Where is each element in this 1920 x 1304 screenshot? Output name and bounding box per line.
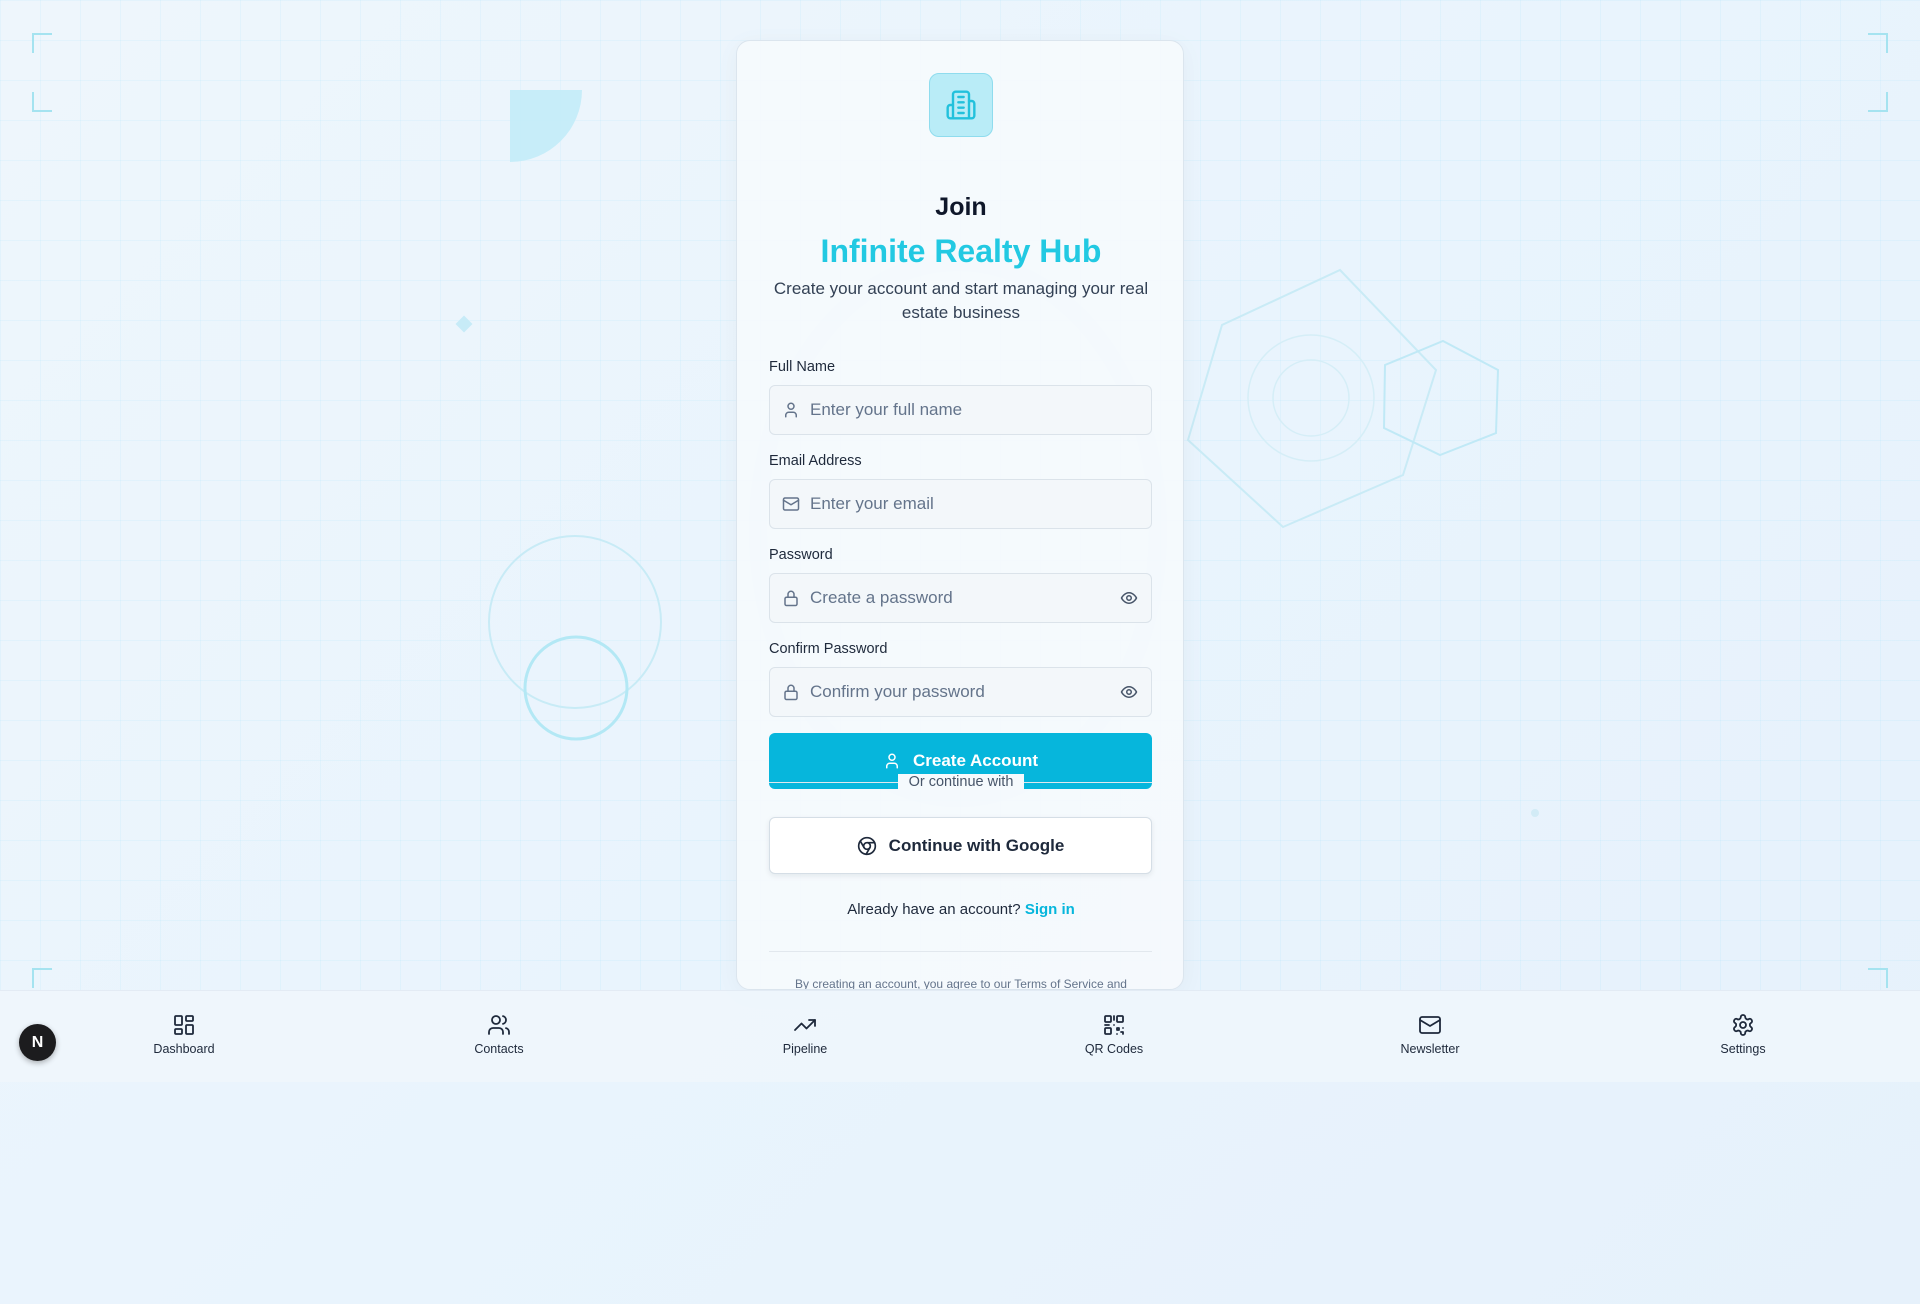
eye-icon[interactable] bbox=[1119, 589, 1139, 607]
email-input[interactable] bbox=[810, 480, 1110, 528]
bottom-nav: Dashboard Contacts Pipeline QR Codes New… bbox=[0, 990, 1920, 1082]
corner-bracket bbox=[1868, 92, 1888, 112]
dev-tools-badge[interactable]: N bbox=[19, 1024, 56, 1061]
google-signin-label: Continue with Google bbox=[888, 835, 1065, 855]
email-field bbox=[769, 479, 1152, 529]
nav-item-settings[interactable]: Settings bbox=[1683, 1013, 1803, 1056]
google-signin-button[interactable]: Continue with Google bbox=[769, 817, 1152, 874]
signin-prompt: Already have an account? bbox=[847, 901, 1021, 918]
confirm-password-input[interactable] bbox=[810, 668, 1110, 716]
qr-code-icon bbox=[1104, 1015, 1124, 1035]
terms-text: By creating an account, you agree to our… bbox=[795, 977, 1127, 990]
nav-label: QR Codes bbox=[1084, 1042, 1144, 1056]
eye-icon[interactable] bbox=[1119, 683, 1139, 701]
full-name-input[interactable] bbox=[810, 386, 1110, 434]
corner-bracket bbox=[32, 968, 52, 988]
nav-item-newsletter[interactable]: Newsletter bbox=[1370, 1013, 1490, 1056]
chrome-icon bbox=[857, 836, 876, 855]
email-label: Email Address bbox=[769, 453, 862, 469]
page-subtitle: Create your account and start managing y… bbox=[773, 279, 1149, 322]
building-icon bbox=[946, 90, 976, 120]
nav-label: Pipeline bbox=[782, 1042, 828, 1056]
lock-icon bbox=[784, 684, 798, 701]
user-icon bbox=[885, 753, 898, 769]
nav-label: Settings bbox=[1720, 1042, 1766, 1056]
signin-link[interactable]: Sign in bbox=[1025, 901, 1075, 918]
create-account-label: Create Account bbox=[912, 751, 1038, 770]
join-heading: Join bbox=[935, 193, 987, 221]
password-label: Password bbox=[769, 547, 833, 563]
password-field bbox=[769, 573, 1152, 623]
nav-item-pipeline[interactable]: Pipeline bbox=[745, 1013, 865, 1056]
trending-up-icon bbox=[794, 1019, 816, 1031]
password-input[interactable] bbox=[810, 574, 1110, 622]
nav-item-qr-codes[interactable]: QR Codes bbox=[1054, 1013, 1174, 1056]
signup-card: Join Infinite Realty Hub Create your acc… bbox=[736, 40, 1184, 990]
corner-bracket bbox=[1868, 33, 1888, 53]
divider-label: Or continue with bbox=[898, 774, 1024, 790]
divider bbox=[769, 951, 1152, 952]
full-name-label: Full Name bbox=[769, 359, 836, 375]
nav-item-dashboard[interactable]: Dashboard bbox=[124, 1013, 244, 1056]
brand-name: Infinite Realty Hub bbox=[820, 233, 1102, 269]
mail-icon bbox=[782, 497, 800, 511]
gear-icon bbox=[1733, 1014, 1753, 1036]
user-icon bbox=[785, 402, 797, 418]
corner-bracket bbox=[32, 33, 52, 53]
nav-label: Dashboard bbox=[153, 1042, 215, 1056]
corner-bracket bbox=[32, 92, 52, 112]
signin-row: Already have an account? Sign in bbox=[737, 901, 1183, 918]
nav-label: Newsletter bbox=[1400, 1042, 1460, 1056]
corner-bracket bbox=[1868, 968, 1888, 988]
brand-logo bbox=[929, 73, 993, 137]
dashboard-icon bbox=[174, 1015, 194, 1035]
mail-icon bbox=[1419, 1016, 1441, 1034]
lock-icon bbox=[784, 590, 798, 607]
contacts-icon bbox=[488, 1015, 510, 1035]
full-name-field bbox=[769, 385, 1152, 435]
confirm-password-label: Confirm Password bbox=[769, 641, 888, 657]
confirm-password-field bbox=[769, 667, 1152, 717]
nav-item-contacts[interactable]: Contacts bbox=[439, 1013, 559, 1056]
nav-label: Contacts bbox=[474, 1042, 524, 1056]
